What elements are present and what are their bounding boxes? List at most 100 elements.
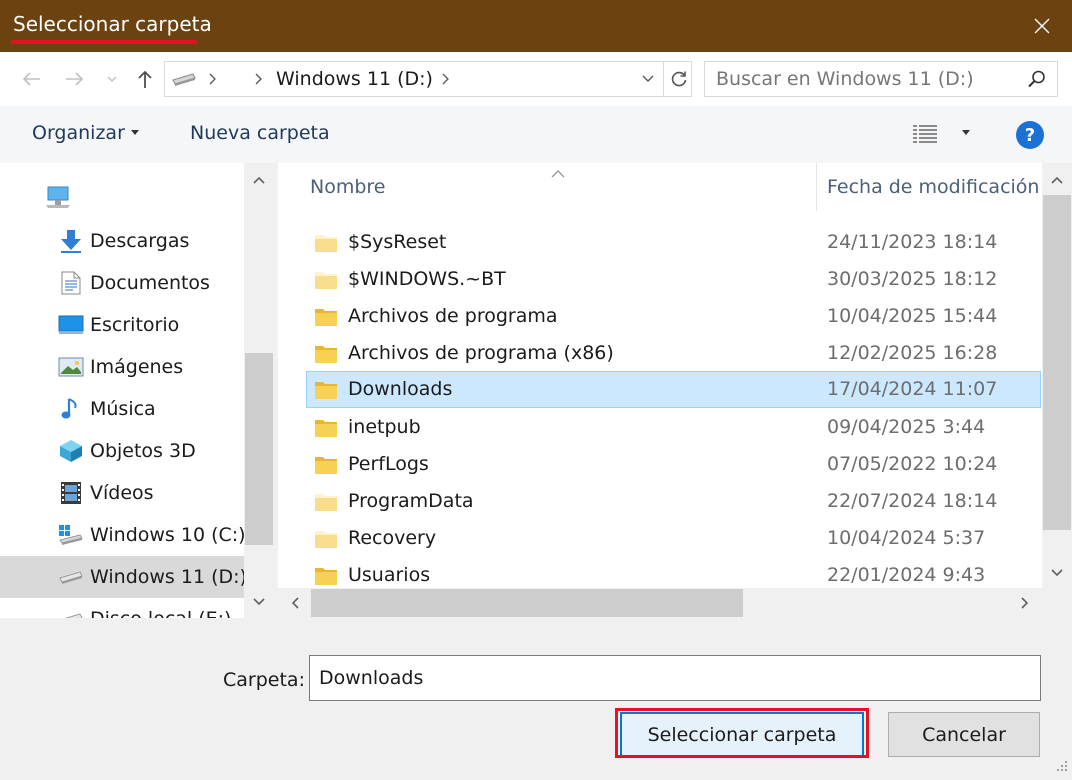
chevron-left-icon (291, 597, 299, 609)
search-box[interactable] (704, 61, 1058, 97)
file-row[interactable]: Recovery 10/04/2024 5:37 (306, 520, 1041, 557)
window-title: Seleccionar carpeta (13, 12, 212, 36)
folder-icon (314, 232, 338, 258)
breadcrumb-chevron-icon[interactable] (442, 62, 450, 96)
nav-item-label: Vídeos (90, 482, 154, 504)
chevron-right-icon (1021, 597, 1029, 609)
nav-item-label: Música (90, 398, 156, 420)
scroll-up-button[interactable] (244, 165, 274, 195)
scroll-up-button[interactable] (1042, 165, 1072, 195)
chevron-down-icon (253, 598, 265, 606)
sort-ascending-icon (551, 163, 565, 182)
refresh-button[interactable] (663, 62, 693, 96)
caret-down-icon (130, 129, 139, 135)
breadcrumb-current[interactable]: Windows 11 (D:) (276, 68, 433, 90)
file-name: Recovery (348, 527, 437, 549)
scroll-down-button[interactable] (1042, 558, 1072, 588)
file-date: 10/04/2025 15:44 (827, 305, 998, 327)
search-input[interactable] (705, 62, 1015, 96)
scroll-down-button[interactable] (244, 587, 274, 617)
address-dropdown-button[interactable] (633, 62, 663, 96)
nav-item-label: Disco local (E:) (90, 608, 231, 618)
scroll-thumb[interactable] (311, 589, 743, 617)
file-row[interactable]: $WINDOWS.~BT 30/03/2025 18:12 (306, 261, 1041, 298)
file-row[interactable]: $SysReset 24/11/2023 18:14 (306, 224, 1041, 261)
file-row[interactable]: Archivos de programa (x86) 12/02/2025 16… (306, 335, 1041, 372)
scroll-left-button[interactable] (280, 588, 310, 618)
nav-item-escritorio[interactable]: Escritorio (0, 304, 244, 346)
breadcrumb-chevron-icon[interactable] (255, 62, 263, 96)
scroll-right-button[interactable] (1010, 588, 1040, 618)
file-name: Archivos de programa (x86) (348, 342, 614, 364)
chevron-down-icon (107, 76, 117, 82)
breadcrumb-chevron-icon[interactable] (209, 62, 217, 96)
title-highlight-underline (11, 40, 197, 44)
folder-icon (314, 379, 338, 405)
address-bar[interactable]: Windows 11 (D:) (164, 61, 692, 97)
folder-icon (314, 343, 338, 369)
new-folder-button[interactable]: Nueva carpeta (190, 122, 330, 144)
nav-item-musica[interactable]: Música (0, 388, 244, 430)
file-date: 22/01/2024 9:43 (827, 564, 986, 586)
back-arrow-icon (22, 72, 40, 86)
file-date: 24/11/2023 18:14 (827, 231, 998, 253)
search-icon[interactable] (1027, 69, 1047, 93)
up-button[interactable] (130, 52, 160, 106)
nav-item-label: Imágenes (90, 356, 184, 378)
folder-icon (314, 454, 338, 480)
scroll-thumb[interactable] (1043, 195, 1071, 530)
this-pc-icon[interactable] (44, 185, 72, 213)
file-row[interactable]: Archivos de programa 10/04/2025 15:44 (306, 298, 1041, 335)
chevron-up-icon (253, 176, 265, 184)
scroll-thumb[interactable] (245, 353, 273, 545)
details-view-icon (913, 125, 937, 143)
file-row[interactable]: PerfLogs 07/05/2022 10:24 (306, 446, 1041, 483)
help-button[interactable]: ? (1016, 121, 1044, 149)
nav-item-label: Descargas (90, 230, 190, 252)
nav-item-windows-10-c[interactable]: Windows 10 (C:) (0, 514, 246, 556)
music-icon (58, 396, 84, 422)
title-bar: Seleccionar carpeta (0, 0, 1072, 52)
nav-item-documentos[interactable]: Documentos (0, 262, 244, 304)
organize-label: Organizar (32, 122, 125, 144)
close-button[interactable] (1012, 0, 1072, 52)
file-name: ProgramData (348, 490, 474, 512)
change-view-button[interactable] (912, 120, 974, 148)
navigation-pane[interactable]: Descargas Documentos Escritorio Imágenes… (0, 163, 274, 618)
drive-icon (58, 606, 84, 618)
file-list[interactable]: Nombre Fecha de modificación $SysReset 2… (278, 163, 1072, 618)
file-row-selected[interactable]: Downloads 17/04/2024 11:07 (306, 371, 1041, 408)
file-name: $WINDOWS.~BT (348, 268, 506, 290)
nav-item-objetos-3d[interactable]: Objetos 3D (0, 430, 244, 472)
close-icon (1034, 18, 1050, 34)
column-divider[interactable] (816, 163, 817, 211)
nav-item-imagenes[interactable]: Imágenes (0, 346, 244, 388)
resize-grip-icon[interactable] (1056, 757, 1068, 776)
select-button-highlight (615, 708, 869, 758)
file-vertical-scrollbar[interactable] (1042, 163, 1072, 588)
file-row[interactable]: ProgramData 22/07/2024 18:14 (306, 483, 1041, 520)
chevron-up-icon (1051, 176, 1063, 184)
nav-item-videos[interactable]: Vídeos (0, 472, 244, 514)
command-bar: Organizar Nueva carpeta (0, 106, 1072, 163)
drive-icon (58, 564, 84, 590)
folder-name-input[interactable] (309, 655, 1041, 701)
forward-button[interactable] (60, 52, 90, 106)
folder-icon (314, 528, 338, 554)
column-header-date[interactable]: Fecha de modificación (827, 163, 1039, 211)
column-header-name[interactable]: Nombre (310, 163, 386, 211)
back-button[interactable] (16, 52, 46, 106)
folder-icon (314, 491, 338, 517)
file-row[interactable]: inetpub 09/04/2025 3:44 (306, 409, 1041, 446)
cancel-button[interactable]: Cancelar (888, 712, 1040, 757)
file-horizontal-scrollbar[interactable] (278, 588, 1042, 618)
nav-item-windows-11-d[interactable]: Windows 11 (D:) (0, 556, 247, 598)
recent-locations-button[interactable] (102, 52, 122, 106)
downloads-icon (58, 228, 84, 254)
up-arrow-icon (138, 70, 152, 88)
nav-vertical-scrollbar[interactable] (244, 163, 274, 618)
organize-menu-button[interactable]: Organizar (32, 122, 139, 144)
nav-item-descargas[interactable]: Descargas (0, 220, 244, 262)
file-name: Usuarios (348, 564, 431, 586)
nav-item-disco-local-e[interactable]: Disco local (E:) (0, 598, 244, 618)
